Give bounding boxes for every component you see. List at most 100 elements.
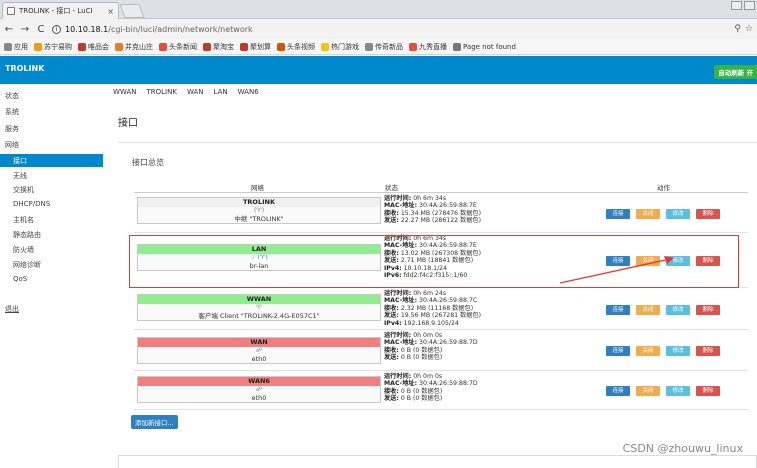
sidebar-item-interfaces[interactable]: 接口 xyxy=(0,154,103,167)
status-key: MAC-地址: xyxy=(384,297,418,305)
sidebar-item-logout[interactable]: 退出 xyxy=(5,304,19,314)
status-key: 发送: xyxy=(384,354,399,362)
url-field[interactable]: i 10.10.18.1/cgi-bin/luci/admin/network/… xyxy=(52,22,728,37)
sidebar-item-status[interactable]: 状态 xyxy=(5,91,19,101)
delete-button[interactable]: 删除 xyxy=(696,346,720,356)
bookmark-item[interactable]: 苏宁易购 xyxy=(34,42,72,52)
status-key: 运行时间: xyxy=(384,195,412,202)
brand-logo[interactable]: TROLINK xyxy=(5,64,44,73)
bookmark-item[interactable]: 聚划算 xyxy=(240,42,271,52)
tab-lan[interactable]: LAN xyxy=(214,88,228,96)
status-key: 发送: xyxy=(384,217,399,225)
interface-name: WAN xyxy=(138,338,380,347)
bookmark-item[interactable]: 热门游戏 xyxy=(321,42,359,52)
connect-button[interactable]: 连接 xyxy=(606,386,630,396)
connect-button[interactable]: 连接 xyxy=(606,209,630,219)
sidebar-item-firewall[interactable]: 防火墙 xyxy=(13,245,34,255)
edit-button[interactable]: 修改 xyxy=(666,386,690,396)
interface-name: WAN6 xyxy=(138,377,380,386)
connect-button[interactable]: 连接 xyxy=(606,305,630,315)
connect-button[interactable]: 连接 xyxy=(606,346,630,356)
zoom-icon[interactable]: ⚲ xyxy=(734,24,741,34)
column-network: 网络 xyxy=(251,184,264,192)
tab-trolink[interactable]: TROLINK xyxy=(147,88,177,96)
interface-device: eth0 xyxy=(251,355,267,363)
sidebar-item-hostnames[interactable]: 主机名 xyxy=(13,215,34,225)
table-row: TROLINK (♈) 中继 "TROLINK" 运行时间: 0h 6m 34s MAC… xyxy=(134,194,748,233)
star-icon[interactable]: ☆ xyxy=(745,24,753,34)
bookmark-icon xyxy=(365,42,373,51)
status-key: MAC-地址: xyxy=(384,339,418,347)
bookmark-item[interactable]: 传奇新品 xyxy=(365,42,403,52)
tab-wwan[interactable]: WWAN xyxy=(113,88,137,96)
bookmark-item[interactable]: 唯品会 xyxy=(78,42,109,52)
new-tab-button[interactable] xyxy=(119,4,145,18)
stop-button[interactable]: 关闭 xyxy=(636,346,660,356)
status-value: 30:4A:26:59:88:7C xyxy=(419,297,478,305)
bookmark-item[interactable]: 九秀直播 xyxy=(409,42,447,52)
status-key: 接收: xyxy=(384,387,399,395)
status-value: 2.32 MB (11168 数据包) xyxy=(400,304,474,312)
watermark: CSDN @zhouwu_linux xyxy=(622,442,743,455)
status-key: 接收: xyxy=(384,346,399,354)
auto-refresh-button[interactable]: 自动刷新 开 xyxy=(714,65,757,79)
sidebar-item-services[interactable]: 服务 xyxy=(5,124,19,134)
bookmark-item[interactable]: 聚淘宝 xyxy=(203,42,234,52)
close-tab-icon[interactable]: × xyxy=(107,7,114,16)
bookmark-icon xyxy=(203,42,211,51)
edit-button[interactable]: 修改 xyxy=(666,209,690,219)
delete-button[interactable]: 删除 xyxy=(696,209,720,219)
bookmark-item[interactable]: Page not found xyxy=(453,42,516,51)
interface-icon: ♈ xyxy=(256,304,262,311)
bookmark-item[interactable]: 头条新闻 xyxy=(159,42,197,52)
sidebar-item-wireless[interactable]: 无线 xyxy=(13,171,27,181)
table-header: 网络 状态 动作 xyxy=(134,181,748,193)
back-icon[interactable]: ← xyxy=(4,24,14,35)
sidebar: 状态 系统 服务 网络 接口 无线 交换机 DHCP/DNS 主机名 静态路由 … xyxy=(0,84,103,468)
stop-button[interactable]: 关闭 xyxy=(636,305,660,315)
bookmark-item[interactable]: 并克山庄 xyxy=(115,42,153,52)
forward-icon[interactable]: → xyxy=(20,24,30,35)
sidebar-item-network[interactable]: 网络 xyxy=(5,140,19,150)
sidebar-item-system[interactable]: 系统 xyxy=(5,107,19,117)
delete-button[interactable]: 删除 xyxy=(696,386,720,396)
status-value: 30:4A:26:59:88:7E xyxy=(419,202,477,210)
sidebar-item-dhcp-dns[interactable]: DHCP/DNS xyxy=(13,200,50,208)
edit-button[interactable]: 修改 xyxy=(666,346,690,356)
tab-wan6[interactable]: WAN6 xyxy=(238,88,259,96)
reload-icon[interactable]: C xyxy=(36,24,46,35)
edit-button[interactable]: 修改 xyxy=(666,305,690,315)
sidebar-item-switch[interactable]: 交换机 xyxy=(13,185,34,195)
status-key: IPv4: xyxy=(384,319,402,327)
interface-badge: WAN ☍ eth0 xyxy=(137,337,381,364)
page-title: 接口 xyxy=(118,118,138,129)
column-status: 状态 xyxy=(385,184,398,192)
interface-tabs: WWAN TROLINK WAN LAN WAN6 xyxy=(113,88,259,96)
status-key: 发送: xyxy=(384,312,399,320)
sidebar-item-diagnostics[interactable]: 网络诊断 xyxy=(13,260,41,270)
stop-button[interactable]: 关闭 xyxy=(636,386,660,396)
bookmark-icon xyxy=(159,42,167,51)
bookmark-item[interactable]: 应用 xyxy=(4,42,28,52)
bookmark-label: 应用 xyxy=(14,42,28,51)
info-icon[interactable]: i xyxy=(52,24,61,34)
delete-button[interactable]: 删除 xyxy=(696,305,720,315)
interface-badge: TROLINK (♈) 中继 "TROLINK" xyxy=(137,197,381,224)
interface-device: 中继 "TROLINK" xyxy=(234,215,284,223)
status-key: 发送: xyxy=(384,395,399,403)
status-value: 0h 6m 34s xyxy=(413,195,447,202)
browser-tab[interactable]: TROLINK - 接口 - LuCI × xyxy=(2,2,119,19)
interface-name: WWAN xyxy=(138,295,380,304)
stop-button[interactable]: 关闭 xyxy=(636,209,660,219)
sidebar-item-static-routes[interactable]: 静态路由 xyxy=(13,230,41,240)
sidebar-item-qos[interactable]: QoS xyxy=(13,275,27,283)
minimize-icon[interactable] xyxy=(731,1,742,10)
bookmark-label: 唯品会 xyxy=(88,42,109,51)
tab-wan[interactable]: WAN xyxy=(187,88,204,96)
status-value: 0 B (0 数据包) xyxy=(400,346,443,354)
add-interface-button[interactable]: 添加新接口... xyxy=(131,415,178,429)
bookmark-item[interactable]: 头条视频 xyxy=(277,42,315,52)
bookmark-icon xyxy=(34,42,42,51)
maximize-icon[interactable] xyxy=(744,1,755,10)
status-value: 0 B (0 数据包) xyxy=(400,395,443,403)
